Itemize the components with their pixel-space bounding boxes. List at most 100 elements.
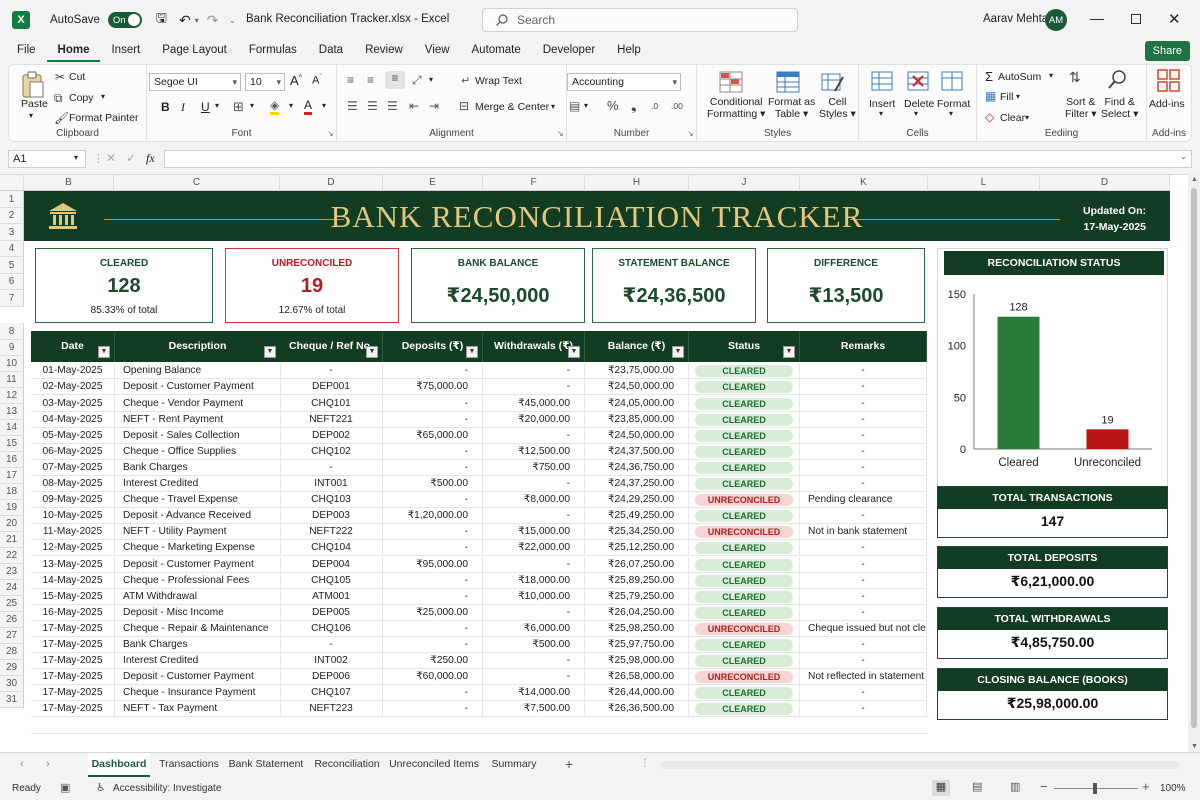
- table-cell[interactable]: ₹26,04,250.00: [585, 604, 689, 621]
- table-cell[interactable]: -: [800, 588, 927, 605]
- table-cell[interactable]: -: [483, 476, 585, 492]
- table-row[interactable]: 17-May-2025 Cheque - Repair & Maintenance…: [31, 620, 927, 637]
- table-cell[interactable]: -: [800, 685, 927, 702]
- table-cell[interactable]: Interest Credited: [115, 476, 281, 492]
- table-cell[interactable]: DEP001: [280, 379, 383, 396]
- table-row[interactable]: 03-May-2025 Cheque - Vendor Payment CHQ101…: [31, 395, 927, 412]
- row-header[interactable]: 31: [0, 692, 24, 708]
- worksheet-grid[interactable]: BCDEFHJKLD 1 2 3 4 5 6 7 8 9 10 11 12 13 14 15 16 17 18 19…: [0, 174, 1200, 752]
- table-cell[interactable]: 17-May-2025: [31, 669, 115, 686]
- conditional-formatting-button[interactable]: Conditional Formatting ▾: [707, 96, 765, 120]
- table-cell[interactable]: CLEARED: [689, 459, 800, 476]
- decrease-decimal-icon[interactable]: .00: [671, 101, 683, 111]
- customize-qat-icon[interactable]: ⌄: [228, 15, 236, 26]
- menu-view[interactable]: View: [414, 40, 461, 62]
- filter-dropdown-icon[interactable]: ▼: [466, 346, 478, 358]
- table-row[interactable]: 06-May-2025 Cheque - Office Supplies CHQ10…: [31, 443, 927, 460]
- table-row[interactable]: 11-May-2025 NEFT - Utility Payment NEFT222…: [31, 524, 927, 541]
- table-cell[interactable]: 08-May-2025: [31, 476, 115, 492]
- table-cell[interactable]: -: [280, 363, 383, 379]
- table-cell[interactable]: Deposit - Customer Payment: [115, 669, 281, 686]
- table-cell[interactable]: ₹24,37,500.00: [585, 443, 689, 460]
- row-header[interactable]: 29: [0, 660, 24, 676]
- bold-icon[interactable]: B: [161, 100, 170, 114]
- table-cell[interactable]: Bank Charges: [115, 459, 281, 476]
- table-cell[interactable]: CHQ104: [280, 540, 383, 557]
- table-cell[interactable]: 16-May-2025: [31, 604, 115, 621]
- row-header[interactable]: 19: [0, 500, 24, 516]
- table-cell[interactable]: -: [800, 395, 927, 412]
- borders-icon[interactable]: ⊞: [233, 99, 244, 115]
- table-cell[interactable]: -: [800, 363, 927, 379]
- table-cell[interactable]: -: [280, 637, 383, 653]
- table-cell[interactable]: CLEARED: [689, 363, 800, 379]
- table-cell[interactable]: 10-May-2025: [31, 508, 115, 525]
- table-cell[interactable]: ₹10,000.00: [483, 588, 585, 605]
- menu-developer[interactable]: Developer: [532, 40, 606, 62]
- table-cell[interactable]: ₹25,98,000.00: [585, 653, 689, 670]
- table-cell[interactable]: -: [800, 459, 927, 476]
- align-top-icon[interactable]: ≡: [347, 73, 354, 87]
- table-cell[interactable]: Opening Balance: [115, 363, 281, 379]
- table-cell[interactable]: -: [483, 556, 585, 573]
- filter-dropdown-icon[interactable]: ▼: [98, 346, 110, 358]
- row-header[interactable]: 3: [0, 224, 24, 241]
- column-header[interactable]: D: [1040, 175, 1170, 191]
- table-row[interactable]: 13-May-2025 Deposit - Customer Payment DEP…: [31, 556, 927, 573]
- merge-dropdown-icon[interactable]: ▾: [551, 102, 555, 111]
- row-header[interactable]: 12: [0, 388, 24, 404]
- merge-center-button[interactable]: Merge & Center: [475, 101, 549, 113]
- table-cell[interactable]: CLEARED: [689, 572, 800, 589]
- orientation-dropdown-icon[interactable]: ▾: [429, 75, 433, 84]
- sheet-tab-summary[interactable]: Summary: [486, 753, 542, 777]
- table-cell[interactable]: 17-May-2025: [31, 653, 115, 670]
- table-cell[interactable]: -: [483, 379, 585, 396]
- table-cell[interactable]: -: [383, 572, 483, 589]
- search-box[interactable]: Search: [482, 8, 798, 32]
- row-header[interactable]: 9: [0, 340, 24, 356]
- column-header[interactable]: J: [689, 175, 800, 191]
- page-break-view-icon[interactable]: ▥: [1010, 780, 1020, 793]
- align-center-icon[interactable]: ☰: [367, 99, 378, 113]
- table-cell[interactable]: ₹25,79,250.00: [585, 588, 689, 605]
- menu-home[interactable]: Home: [46, 40, 101, 62]
- table-cell[interactable]: 03-May-2025: [31, 395, 115, 412]
- table-cell[interactable]: ₹24,36,750.00: [585, 459, 689, 476]
- zoom-level[interactable]: 100%: [1160, 783, 1186, 794]
- format-as-table-button[interactable]: Format as Table ▾: [768, 96, 815, 120]
- add-ins-icon[interactable]: [1157, 69, 1181, 93]
- table-cell[interactable]: Deposit - Customer Payment: [115, 556, 281, 573]
- table-cell[interactable]: -: [800, 637, 927, 653]
- table-cell[interactable]: NEFT222: [280, 524, 383, 541]
- page-layout-view-icon[interactable]: ▤: [972, 780, 982, 793]
- row-header[interactable]: 13: [0, 404, 24, 420]
- row-header[interactable]: 23: [0, 564, 24, 580]
- row-header[interactable]: 24: [0, 580, 24, 596]
- clear-icon[interactable]: ◇: [985, 110, 994, 124]
- table-row[interactable]: 08-May-2025 Interest Credited INT001 ₹500.0…: [31, 476, 927, 493]
- table-cell[interactable]: -: [383, 620, 483, 637]
- sort-filter-button[interactable]: Sort & Filter ▾: [1065, 96, 1097, 120]
- cell-styles-icon[interactable]: [821, 71, 845, 93]
- table-cell[interactable]: ₹24,05,000.00: [585, 395, 689, 412]
- next-sheet-icon[interactable]: ›: [46, 758, 50, 770]
- table-cell[interactable]: Cheque - Office Supplies: [115, 443, 281, 460]
- table-cell[interactable]: ₹25,97,750.00: [585, 637, 689, 653]
- cut-button[interactable]: Cut: [69, 71, 85, 83]
- column-header[interactable]: H: [585, 175, 689, 191]
- number-launcher-icon[interactable]: ↘: [687, 129, 694, 138]
- increase-font-icon[interactable]: A^: [290, 73, 302, 88]
- table-cell[interactable]: ₹24,29,250.00: [585, 492, 689, 509]
- row-header[interactable]: 1: [0, 191, 24, 208]
- table-row[interactable]: 17-May-2025 Cheque - Insurance Payment CHQ…: [31, 685, 927, 702]
- table-cell[interactable]: -: [800, 476, 927, 492]
- user-name[interactable]: Aarav Mehta: [983, 13, 1048, 25]
- table-cell[interactable]: 14-May-2025: [31, 572, 115, 589]
- table-cell[interactable]: Deposit - Sales Collection: [115, 427, 281, 444]
- table-cell[interactable]: -: [383, 443, 483, 460]
- accounting-format-icon[interactable]: ▤: [569, 99, 580, 113]
- zoom-slider-thumb[interactable]: [1093, 783, 1097, 794]
- format-button[interactable]: Format: [937, 98, 970, 110]
- accounting-dropdown-icon[interactable]: ▾: [584, 101, 588, 110]
- table-cell[interactable]: 07-May-2025: [31, 459, 115, 476]
